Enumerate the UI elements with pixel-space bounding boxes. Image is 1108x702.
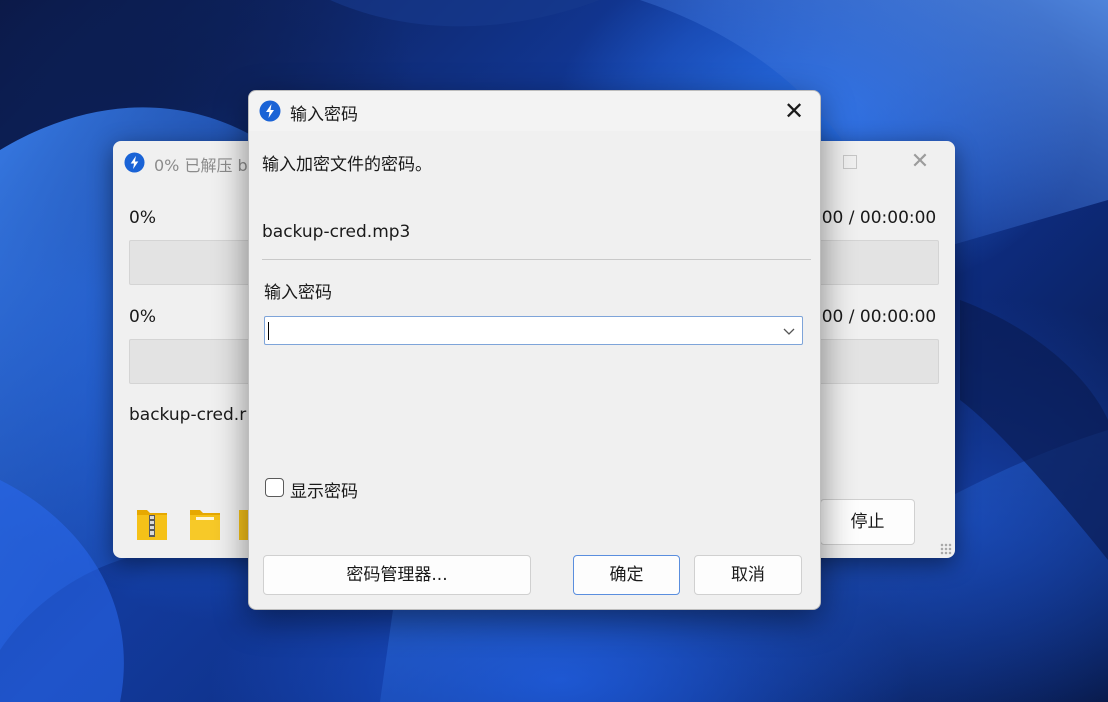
text-caret xyxy=(268,322,269,340)
close-icon: ✕ xyxy=(783,97,805,125)
zip-folder-icon[interactable] xyxy=(135,504,169,542)
password-dialog: 输入密码 ✕ 输入加密文件的密码。 backup-cred.mp3 输入密码 显… xyxy=(248,90,821,610)
current-filename: backup-cred.r xyxy=(129,405,247,425)
bandizip-app-icon xyxy=(259,100,281,122)
cancel-button[interactable]: 取消 xyxy=(694,555,802,595)
close-icon[interactable]: ✕ xyxy=(908,150,932,174)
dialog-prompt: 输入加密文件的密码。 xyxy=(262,155,432,175)
stop-button[interactable]: 停止 xyxy=(820,499,915,545)
file-time: :00 / 00:00:00 xyxy=(816,307,937,327)
password-manager-button[interactable]: 密码管理器... xyxy=(263,555,531,595)
show-password-checkbox[interactable] xyxy=(265,478,284,497)
password-combobox[interactable] xyxy=(264,316,803,345)
bandizip-app-icon xyxy=(124,152,145,173)
password-label: 输入密码 xyxy=(264,283,332,303)
file-percent: 0% xyxy=(129,307,156,327)
ok-button[interactable]: 确定 xyxy=(573,555,680,595)
folder-icon[interactable] xyxy=(188,504,222,542)
overall-time: :00 / 00:00:00 xyxy=(816,208,937,228)
dialog-titlebar[interactable]: 输入密码 ✕ xyxy=(249,91,820,131)
show-password-label[interactable]: 显示密码 xyxy=(290,477,358,502)
maximize-icon[interactable] xyxy=(843,155,857,169)
password-input[interactable] xyxy=(267,318,767,343)
chevron-down-icon[interactable] xyxy=(782,324,796,338)
overall-percent: 0% xyxy=(129,208,156,228)
resize-grip[interactable] xyxy=(940,543,952,555)
close-button[interactable]: ✕ xyxy=(779,97,809,125)
encrypted-filename: backup-cred.mp3 xyxy=(262,222,411,242)
divider xyxy=(262,259,811,260)
dialog-title: 输入密码 xyxy=(290,105,358,125)
progress-window-title: 0% 已解压 b xyxy=(154,156,248,175)
